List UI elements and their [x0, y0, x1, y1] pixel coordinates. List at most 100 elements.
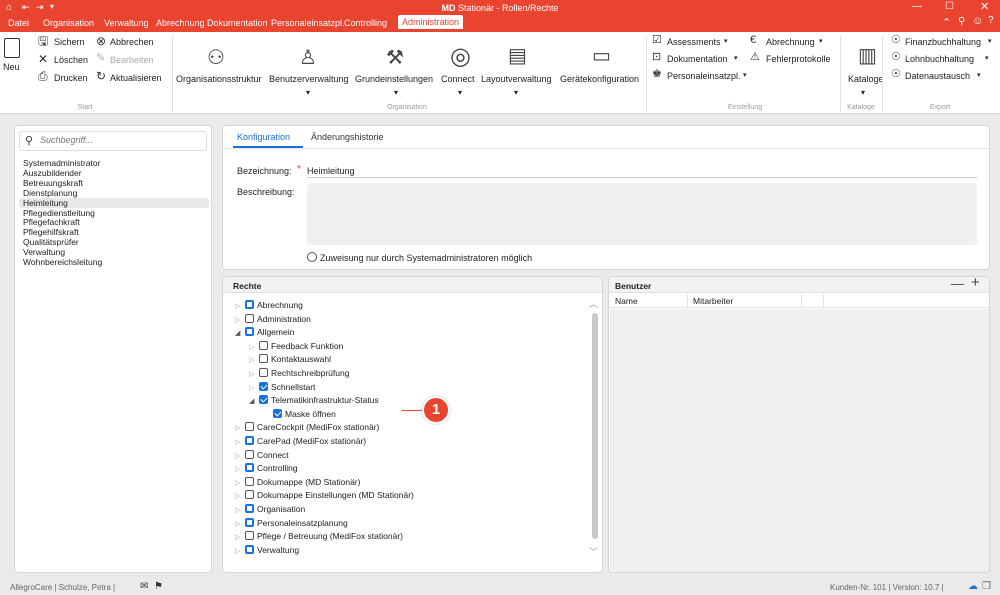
payroll-export-button[interactable]: Lohnbuchhaltung [905, 54, 974, 64]
rights-tree-item[interactable]: ▷ Controlling [235, 462, 298, 475]
chevron-down-icon[interactable]: ▾ [988, 37, 992, 45]
bezeichnung-value[interactable]: Heimleitung [307, 166, 355, 176]
cancel-button[interactable]: Abbrechen [110, 37, 154, 47]
rights-tree-item[interactable]: ▷ Personaleinsatzplanung [235, 517, 348, 530]
expand-arrow-icon[interactable]: ▷ [235, 477, 245, 490]
expand-arrow-icon[interactable]: ▷ [235, 504, 245, 517]
role-item[interactable]: Heimleitung [19, 197, 209, 208]
rights-tree-item[interactable]: Maske öffnen [263, 408, 336, 421]
expand-arrow-icon[interactable]: ▷ [235, 490, 245, 503]
scroll-down-icon[interactable]: ﹀ [589, 545, 598, 558]
rights-tree-item[interactable]: ▷ Administration [235, 313, 311, 326]
rights-checkbox[interactable] [245, 436, 254, 445]
role-item[interactable]: Pflegehilfskraft [23, 227, 79, 237]
layout-management-button[interactable]: Layoutverwaltung [481, 74, 552, 84]
expand-arrow-icon[interactable]: ▷ [235, 545, 245, 558]
expand-arrow-icon[interactable]: ▷ [235, 518, 245, 531]
chevron-down-icon[interactable]: ▾ [743, 71, 747, 79]
rights-tree-item[interactable]: ◢ Allgemein [235, 326, 294, 339]
expand-arrow-icon[interactable]: ▷ [249, 382, 259, 395]
column-mitarbeiter[interactable]: Mitarbeiter [693, 296, 733, 306]
pin-icon[interactable]: ⚲ [958, 16, 965, 27]
rights-tree-item[interactable]: ▷ Feedback Funktion [249, 340, 343, 353]
cloud-icon[interactable]: ☁ [968, 581, 978, 592]
search-input[interactable] [40, 135, 200, 145]
expand-arrow-icon[interactable]: ▷ [235, 314, 245, 327]
expand-arrow-icon[interactable]: ▷ [235, 422, 245, 435]
refresh-button[interactable]: Aktualisieren [110, 73, 162, 83]
rights-checkbox[interactable] [245, 463, 254, 473]
chevron-down-icon[interactable]: ▾ [514, 88, 518, 97]
chevron-down-icon[interactable]: ▾ [985, 54, 989, 62]
rights-checkbox[interactable] [245, 531, 254, 541]
expand-arrow-icon[interactable]: ▷ [235, 531, 245, 544]
rights-tree-item[interactable]: ▷ Verwaltung [235, 544, 299, 557]
menu-controlling[interactable]: Controlling [344, 18, 387, 28]
rights-tree-item[interactable]: ▷ Organisation [235, 503, 305, 516]
rights-checkbox[interactable] [245, 422, 254, 432]
staff-planning-button[interactable]: Personaleinsatzpl. [667, 71, 741, 81]
rights-checkbox[interactable] [259, 340, 268, 350]
smiley-icon[interactable]: ☺ [972, 15, 983, 27]
zuweisung-checkbox[interactable] [307, 252, 317, 262]
menu-datei[interactable]: Datei [8, 18, 29, 28]
rights-checkbox[interactable] [245, 300, 254, 309]
rights-checkbox[interactable] [245, 327, 254, 337]
rights-checkbox[interactable] [259, 368, 268, 377]
role-item[interactable]: Verwaltung [23, 247, 65, 257]
expand-arrow-icon[interactable]: ▷ [249, 368, 259, 381]
role-item[interactable]: Pflegefachkraft [23, 217, 80, 227]
rights-tree-item[interactable]: ▷ CarePad (MediFox stationär) [235, 435, 366, 448]
catalogs-button[interactable]: Kataloge [848, 74, 884, 84]
collapse-ribbon-icon[interactable]: ⌃ [942, 16, 951, 29]
menu-dokumentation[interactable]: Dokumentation [207, 18, 268, 28]
user-management-button[interactable]: Benutzerverwaltung [269, 74, 349, 84]
remove-user-icon[interactable]: — [951, 277, 964, 291]
billing-button[interactable]: Abrechnung [766, 37, 815, 47]
rights-checkbox[interactable] [245, 504, 254, 513]
tab-konfiguration[interactable]: Konfiguration [237, 132, 290, 142]
assessments-button[interactable]: Assessments [667, 37, 721, 47]
role-item[interactable]: Auszubildender [23, 168, 82, 178]
data-exchange-button[interactable]: Datenaustausch [905, 71, 970, 81]
role-item[interactable]: Pflegedienstleitung [23, 208, 95, 218]
rights-tree-item[interactable]: ▷ Schnellstart [249, 381, 315, 394]
delete-button[interactable]: Löschen [54, 55, 88, 65]
print-button[interactable]: Drucken [54, 73, 88, 83]
documentation-button[interactable]: Dokumentation [667, 54, 728, 64]
role-item[interactable]: Dienstplanung [23, 188, 77, 198]
close-icon[interactable]: ✕ [980, 0, 989, 13]
rights-tree-item[interactable]: ▷ Pflege / Betreuung (MediFox stationär) [235, 530, 403, 543]
rights-checkbox[interactable] [259, 395, 268, 405]
tab-aenderungshistorie[interactable]: Änderungshistorie [311, 132, 384, 142]
minimize-icon[interactable]: — [912, 1, 922, 12]
rights-checkbox[interactable] [273, 408, 282, 418]
menu-personaleinsatzpl-[interactable]: Personaleinsatzpl. [271, 18, 345, 28]
role-item[interactable]: Betreuungskraft [23, 178, 83, 188]
rights-tree-item[interactable]: ◢ Telematikinfrastruktur-Status [249, 394, 379, 407]
scroll-up-icon[interactable]: ︿ [589, 297, 598, 310]
chevron-down-icon[interactable]: ▾ [977, 71, 981, 79]
help-icon[interactable]: ? [988, 15, 994, 26]
column-name[interactable]: Name [615, 296, 638, 306]
collapse-arrow-icon[interactable]: ◢ [235, 327, 245, 340]
zuweisung-checkbox-row[interactable]: Zuweisung nur durch Systemadministratore… [307, 252, 532, 263]
rights-tree-item[interactable]: ▷ Dokumappe (MD Stationär) [235, 476, 360, 489]
role-item[interactable]: Wohnbereichsleitung [23, 257, 102, 267]
rights-tree-item[interactable]: ▷ Connect [235, 449, 289, 462]
chevron-down-icon[interactable]: ▾ [458, 88, 462, 97]
beschreibung-textarea[interactable] [307, 183, 977, 245]
collapse-arrow-icon[interactable]: ◢ [249, 395, 259, 408]
mail-icon[interactable]: ✉ [140, 581, 148, 592]
rights-checkbox[interactable] [245, 476, 254, 486]
rights-checkbox[interactable] [245, 490, 254, 500]
rights-tree-item[interactable]: ▷ Rechtschreibprüfung [249, 367, 349, 380]
expand-arrow-icon[interactable]: ▷ [235, 450, 245, 463]
chevron-down-icon[interactable]: ▾ [394, 88, 398, 97]
save-button[interactable]: Sichern [54, 37, 85, 47]
menu-abrechnung[interactable]: Abrechnung [156, 18, 205, 28]
expand-arrow-icon[interactable]: ▷ [249, 354, 259, 367]
rights-checkbox[interactable] [245, 544, 254, 554]
chevron-down-icon[interactable]: ▾ [724, 37, 728, 45]
rights-tree-item[interactable]: ▷ Kontaktauswahl [249, 353, 331, 366]
